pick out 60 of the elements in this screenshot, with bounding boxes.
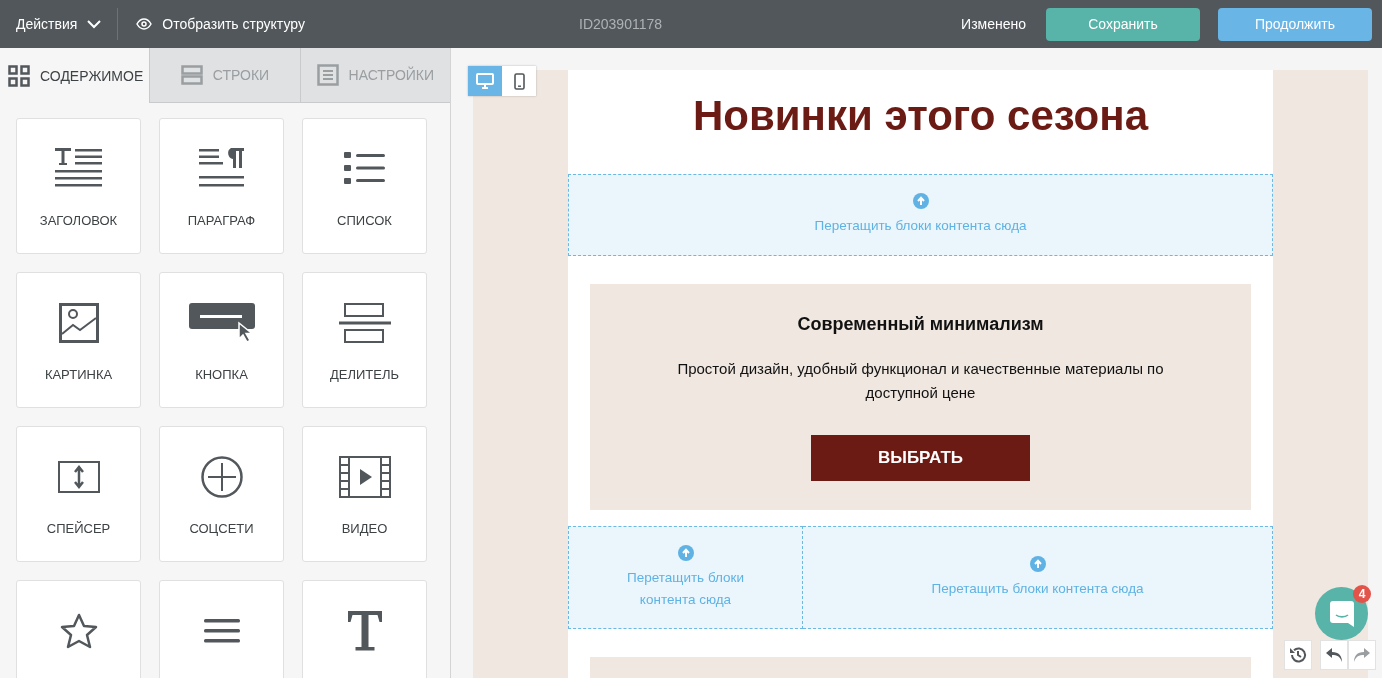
history-icon [1289, 646, 1307, 664]
phone-icon [513, 72, 525, 90]
card-heading: Современный минимализм [797, 314, 1044, 335]
plus-circle-icon [200, 456, 243, 498]
block-label: СПЕЙСЕР [46, 521, 111, 536]
block-label: ЗАГОЛОВОК [39, 213, 118, 228]
block-label: КНОПКА [195, 367, 248, 382]
content-block-tile[interactable]: СПИСОК [302, 118, 427, 254]
drop-zone-hint: Перетащить блоки контента сюда [814, 217, 1027, 235]
paragraph-icon [198, 148, 245, 190]
content-block-tile[interactable]: СОЦСЕТИ [159, 426, 284, 562]
rows-icon [180, 65, 203, 85]
content-block-tile[interactable] [16, 580, 141, 678]
block-label: ВИДЕО [341, 521, 388, 536]
block-label: ДЕЛИТЕЛЬ [330, 367, 399, 382]
actions-menu[interactable]: Действия [0, 16, 118, 32]
star-icon [59, 613, 98, 649]
content-block-tile[interactable]: ЗАГОЛОВОК [16, 118, 141, 254]
drop-zone-hint: Перетащить блоки контента сюда [931, 579, 1144, 598]
desktop-view-button[interactable] [468, 66, 502, 96]
text-icon [346, 611, 383, 651]
content-block-tile[interactable]: КАРТИНКА [16, 272, 141, 408]
button-cursor-icon [188, 303, 255, 343]
email-title: Новинки этого сезона [692, 91, 1150, 141]
monitor-icon [476, 73, 494, 89]
history-button[interactable] [1284, 640, 1312, 670]
content-block-tile[interactable]: ВИДЕО [302, 426, 427, 562]
undo-icon [1325, 647, 1343, 663]
content-block-tile[interactable]: ПАРАГРАФ [159, 118, 284, 254]
content-block-tile[interactable]: СПЕЙСЕР [16, 426, 141, 562]
drop-zone-hint: Перетащить блоки контента сюда [625, 568, 745, 609]
document-id: ID203901178 [579, 15, 663, 34]
chat-bubble-icon [1329, 600, 1354, 627]
save-status: Изменено [961, 16, 1026, 32]
grid-icon [8, 64, 30, 87]
document-icon [316, 64, 339, 86]
content-block-tile[interactable]: КНОПКА [159, 272, 284, 408]
heading-icon [54, 148, 103, 190]
mobile-view-button[interactable] [502, 66, 536, 96]
redo-icon [1353, 647, 1371, 663]
choose-button[interactable]: ВЫБРАТЬ [811, 435, 1030, 481]
spacer-icon [57, 461, 100, 493]
list-icon [343, 152, 386, 186]
menu-icon [203, 619, 240, 643]
video-icon [338, 456, 391, 498]
show-structure-toggle[interactable]: Отобразить структуру [118, 16, 323, 32]
content-block-tile[interactable]: ДЕЛИТЕЛЬ [302, 272, 427, 408]
block-label: СПИСОК [337, 213, 392, 228]
image-icon [58, 303, 99, 343]
notification-badge: 4 [1353, 585, 1371, 603]
undo-button[interactable] [1320, 640, 1348, 670]
divider-icon [338, 303, 391, 343]
chevron-down-icon [87, 19, 102, 29]
block-label: КАРТИНКА [44, 367, 113, 382]
content-block-tile[interactable] [302, 580, 427, 678]
eye-icon [136, 18, 153, 30]
block-label: СОЦСЕТИ [189, 521, 254, 536]
block-label: ПАРАГРАФ [187, 213, 256, 228]
content-block-tile[interactable] [159, 580, 284, 678]
card-text: Простой дизайн, удобный функционал и качественные материалы по доступной цене [676, 359, 1165, 403]
